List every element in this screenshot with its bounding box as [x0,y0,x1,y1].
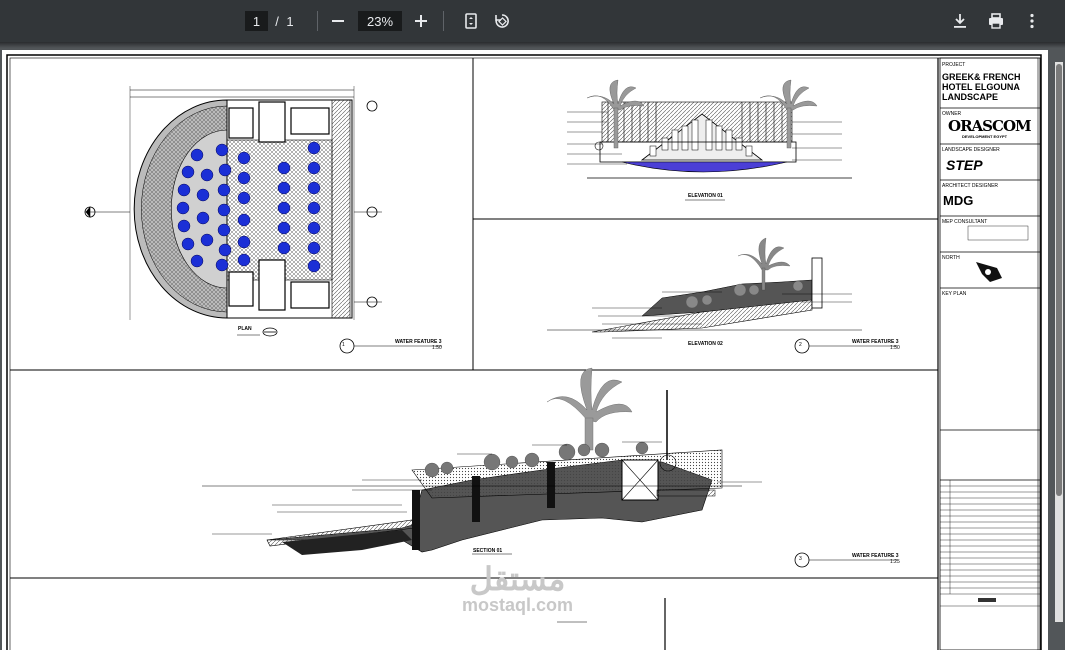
section-marker-icon [84,206,130,218]
download-icon[interactable] [948,9,972,33]
pdf-toolbar: 1 / 1 23% [0,0,1065,42]
watermark-arabic: مستقل [469,561,566,597]
wf1-number: 1 [342,342,345,348]
elevation-01-drawing [567,79,852,201]
fit-page-icon[interactable] [459,9,483,33]
north-label: NORTH [942,255,960,261]
divider [317,11,318,31]
project-label: PROJECT [942,62,966,68]
zoom-level-input[interactable]: 23% [358,11,402,31]
north-arrow-icon [976,262,1002,282]
landscape-label: LANDSCAPE DESIGNER [942,147,1000,153]
scrollbar-thumb[interactable] [1056,64,1062,496]
page-total: 1 [286,13,294,29]
architect-label: ARCHITECT DESIGNER [942,183,999,189]
more-icon[interactable] [1020,9,1044,33]
zoom-out-icon[interactable] [326,9,350,33]
owner-sub: DEVELOPMENT EGYPT [962,134,1008,139]
divider [443,11,444,31]
wf2-scale: 1:50 [890,345,900,351]
print-icon[interactable] [984,9,1008,33]
mostaql-watermark: مستقل mostaql.com [462,562,573,614]
rotate-icon[interactable] [490,9,514,33]
wf3-scale: 1:25 [890,559,900,565]
mdg-logo: MDG [943,193,974,208]
page-separator: / [275,13,279,29]
zoom-in-icon[interactable] [409,9,433,33]
wf3-number: 3 [799,556,802,562]
wf2-number: 2 [799,342,802,348]
toolbar-shadow [0,42,1065,48]
elevation-01-label: ELEVATION 01 [688,193,723,199]
orascom-logo: ORASCOM [948,117,1032,135]
elevation-02-label: ELEVATION 02 [688,341,723,347]
elevation-02-drawing [547,237,897,354]
section-01-label: SECTION 01 [473,548,503,554]
wf1-scale: 1:50 [432,345,442,351]
pdf-page: PLAN 1 WATER FEATURE 3 1:50 ELEVATION 01… [2,50,1048,650]
plan-label: PLAN [238,326,252,332]
mep-label: MEP CONSULTANT [942,219,988,225]
page-number-input[interactable]: 1 [245,11,268,31]
keyplan-label: KEY PLAN [942,291,967,297]
step-logo: STEP [946,157,983,173]
plan-drawing [84,86,442,354]
project-name: GREEK& FRENCH HOTEL ELGOUNA LANDSCAPE [942,72,1021,102]
watermark-latin: mostaql.com [462,595,574,615]
